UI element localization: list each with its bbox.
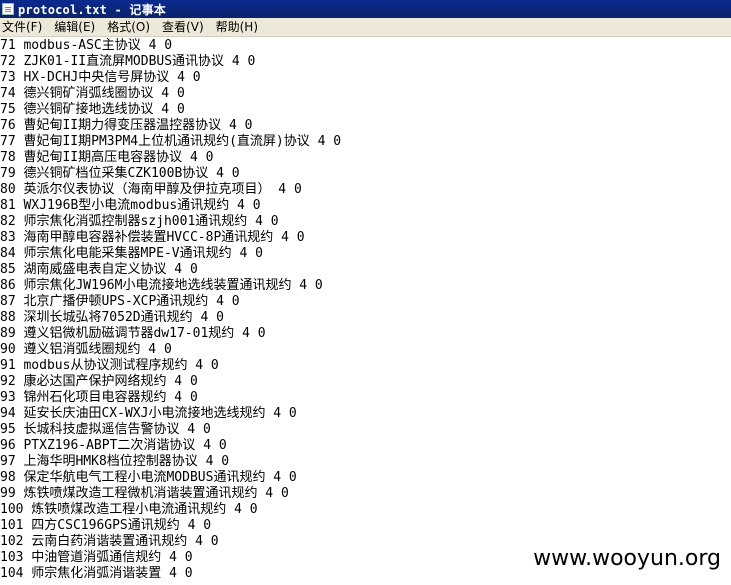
menu-view[interactable]: 查看(V) [156,19,210,35]
title-bar[interactable]: protocol.txt - 记事本 [0,0,731,18]
text-line: 89 遵义铝微机励磁调节器dw17-01规约 4 0 [0,326,266,341]
menu-file[interactable]: 文件(F) [0,19,48,35]
text-line: 83 海南甲醇电容器补偿装置HVCC-8P通讯规约 4 0 [0,230,305,245]
text-line: 78 曹妃甸II期高压电容器协议 4 0 [0,150,214,165]
text-line: 82 师宗焦化消弧控制器szjh001通讯规约 4 0 [0,214,279,229]
text-line: 97 上海华明HMK8档位控制器协议 4 0 [0,454,230,469]
watermark-logo: www.wooyun.org [533,546,721,571]
text-line: 88 深圳长城弘将7052D通讯规约 4 0 [0,310,224,325]
text-line: 76 曹妃甸II期力得变压器温控器协议 4 0 [0,118,253,133]
text-line: 71 modbus-ASC主协议 4 0 [0,38,173,53]
text-line: 93 锦州石化项目电容器规约 4 0 [0,390,198,405]
text-line: 79 德兴铜矿档位采集CZK100B协议 4 0 [0,166,240,181]
text-line: 91 modbus从协议测试程序规约 4 0 [0,358,219,373]
text-line: 72 ZJK01-II直流屏MODBUS通讯协议 4 0 [0,54,256,69]
text-line: 96 PTXZ196-ABPT二次消谐协议 4 0 [0,438,227,453]
notepad-icon [2,3,14,15]
menu-help[interactable]: 帮助(H) [210,19,264,35]
text-line: 94 延安长庆油田CX-WXJ小电流接地选线规约 4 0 [0,406,297,421]
text-line: 98 保定华航电气工程小电流MODBUS通讯规约 4 0 [0,470,297,485]
window-title: protocol.txt - 记事本 [18,2,166,17]
text-line: 85 湖南威盛电表自定义协议 4 0 [0,262,198,277]
text-line: 77 曹妃甸II期PM3PM4上位机通讯规约(直流屏)协议 4 0 [0,134,342,149]
menu-edit[interactable]: 编辑(E) [48,19,101,35]
text-line: 90 遵义铝消弧线圈规约 4 0 [0,342,172,357]
text-line: 73 HX-DCHJ中央信号屏协议 4 0 [0,70,201,85]
text-line: 84 师宗焦化电能采集器MPE-V通讯规约 4 0 [0,246,263,261]
text-line: 87 北京广播伊顿UPS-XCP通讯规约 4 0 [0,294,240,309]
text-line: 95 长城科技虚拟遥信告警协议 4 0 [0,422,211,437]
text-line: 101 四方CSC196GPS通讯规约 4 0 [0,518,212,533]
text-line: 92 康必达国产保护网络规约 4 0 [0,374,198,389]
text-line: 100 炼铁喷煤改造工程小电流通讯规约 4 0 [0,502,258,517]
text-line: 74 德兴铜矿消弧线圈协议 4 0 [0,86,185,101]
text-line: 99 炼铁喷煤改造工程微机消谐装置通讯规约 4 0 [0,486,289,501]
text-line: 75 德兴铜矿接地选线协议 4 0 [0,102,185,117]
text-editor-area[interactable]: 71 modbus-ASC主协议 4 0 72 ZJK01-II直流屏MODBU… [0,38,731,585]
menu-bar: 文件(F) 编辑(E) 格式(O) 查看(V) 帮助(H) [0,18,731,37]
menu-format[interactable]: 格式(O) [101,19,156,35]
text-line: 86 师宗焦化JW196M小电流接地选线装置通讯规约 4 0 [0,278,323,293]
text-line: 81 WXJ196B型小电流modbus通讯规约 4 0 [0,198,261,213]
text-line: 80 英派尔仪表协议（海南甲醇及伊拉克项目） 4 0 [0,182,302,197]
